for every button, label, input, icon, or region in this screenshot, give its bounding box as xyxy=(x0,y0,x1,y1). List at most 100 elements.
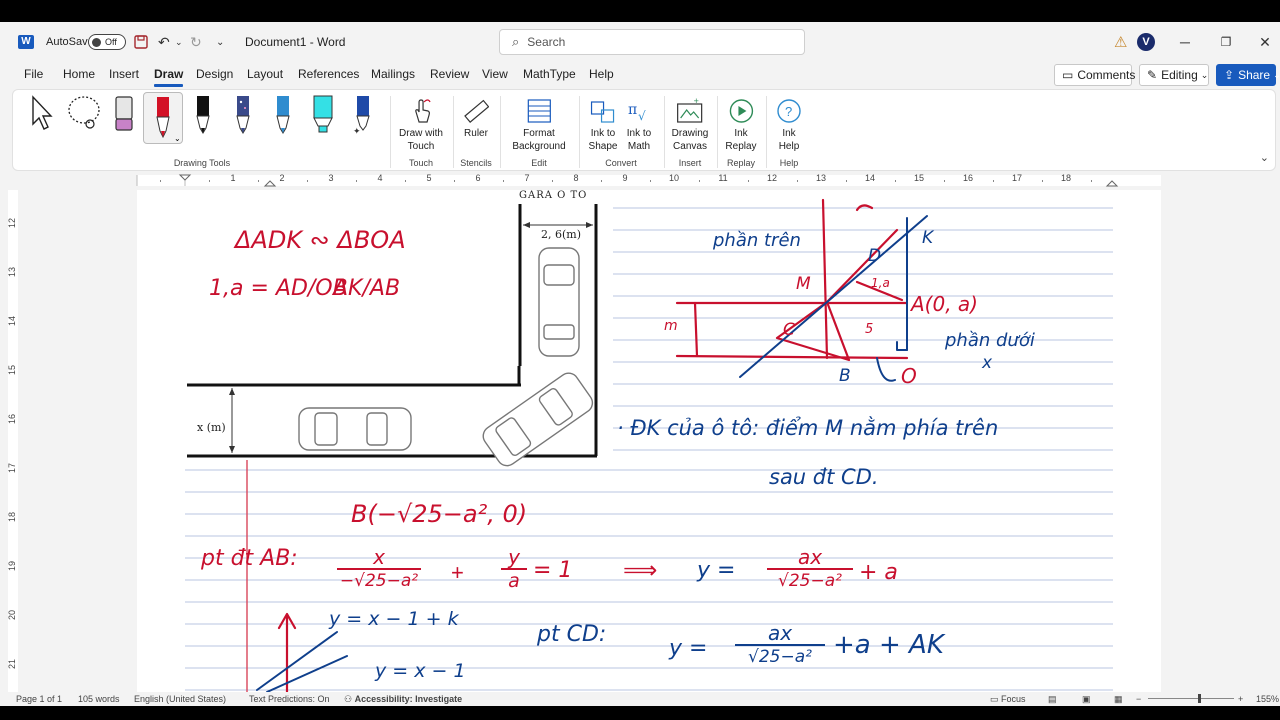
group-help: Help xyxy=(779,158,799,168)
ink-point-k: K xyxy=(922,228,934,248)
format-background-button[interactable]: Format Background xyxy=(512,94,566,153)
ruler-number: 13 xyxy=(815,173,827,183)
svg-text:✦: ✦ xyxy=(353,126,361,134)
tab-review[interactable]: Review xyxy=(430,67,469,81)
ruler-number: 1 xyxy=(230,173,236,183)
ink-point-d: D xyxy=(868,246,882,266)
ruler-number: 18 xyxy=(1060,173,1072,183)
galaxy-pen-tool[interactable] xyxy=(231,94,255,137)
redo-icon[interactable]: ↻ xyxy=(190,22,202,62)
close-icon[interactable]: ✕ xyxy=(1242,22,1280,62)
lasso-select-icon[interactable] xyxy=(67,94,103,137)
comments-button[interactable]: ▭ Comments xyxy=(1054,64,1135,86)
save-icon[interactable] xyxy=(134,22,148,62)
drawing-canvas-button[interactable]: + Drawing Canvas xyxy=(672,94,709,153)
zoom-in-icon[interactable]: + xyxy=(1238,694,1243,704)
search-box[interactable]: ⌕ Search xyxy=(499,29,805,55)
ink-similar-triangles: ΔADK ∾ ΔBOA xyxy=(235,226,406,254)
autosave-toggle[interactable]: Off xyxy=(88,22,126,62)
ink-fraction-ax-den: √25−a² xyxy=(767,568,853,592)
draw-with-touch-button[interactable]: Draw with Touch xyxy=(399,94,443,153)
tab-mailings[interactable]: Mailings xyxy=(371,67,415,81)
tab-view[interactable]: View xyxy=(482,67,508,81)
status-accessibility[interactable]: ⚇ Accessibility: Investigate xyxy=(344,694,462,705)
ink-to-shape-button[interactable]: Ink to Shape xyxy=(589,94,617,153)
tab-file[interactable]: File xyxy=(24,67,43,81)
warning-icon[interactable]: ⚠ xyxy=(1114,22,1127,62)
tab-draw[interactable]: Draw xyxy=(154,67,184,87)
vruler-number: 21 xyxy=(7,658,18,670)
status-page[interactable]: Page 1 of 1 xyxy=(16,694,62,704)
action-pen-tool[interactable]: ✦ xyxy=(351,94,375,137)
ink-cd-y-equals: y = xyxy=(669,636,708,661)
vruler-number: 17 xyxy=(7,462,18,474)
zoom-slider-track[interactable] xyxy=(1148,698,1234,699)
ruler-button[interactable]: Ruler xyxy=(463,94,489,140)
zoom-level[interactable]: 155% xyxy=(1256,694,1279,704)
undo-icon[interactable]: ↶ xyxy=(158,22,170,62)
notebook-lines-right xyxy=(613,207,1113,451)
highlighter-tool[interactable] xyxy=(310,94,336,137)
ink-fraction-x: x −√25−a² xyxy=(337,546,421,592)
status-predictions[interactable]: Text Predictions: On xyxy=(249,694,330,704)
garage-width-label: 2, 6(m) xyxy=(541,228,582,241)
ink-line-ab-label: pt đt AB: xyxy=(201,546,298,571)
black-pen-tool[interactable] xyxy=(191,94,215,137)
garage-label: GARA Ô TÔ xyxy=(519,190,588,201)
svg-text:⌄: ⌄ xyxy=(174,134,181,143)
ink-replay-button[interactable]: Ink Replay xyxy=(725,94,757,153)
tab-mathtype[interactable]: MathType xyxy=(523,67,576,81)
ink-cd-fraction-num: ax xyxy=(767,621,793,645)
format-background-label: Format Background xyxy=(512,128,566,152)
status-language[interactable]: English (United States) xyxy=(134,694,226,704)
print-layout-icon[interactable]: ▣ xyxy=(1082,694,1091,705)
vertical-ruler[interactable]: 12 13 14 15 16 17 18 19 20 21 xyxy=(0,190,24,692)
read-mode-icon[interactable]: ▤ xyxy=(1048,694,1057,705)
ink-y-equals: y = xyxy=(697,558,736,583)
ink-cd-tail: +a + AK xyxy=(833,630,944,660)
ink-to-math-button[interactable]: π √ Ink to Math xyxy=(626,94,652,153)
ruler-number: 11 xyxy=(718,173,728,183)
status-words[interactable]: 105 words xyxy=(78,694,120,704)
undo-dropdown-icon[interactable]: ⌄ xyxy=(175,22,183,62)
zoom-out-icon[interactable]: − xyxy=(1136,694,1141,704)
blue-pen-tool[interactable] xyxy=(271,94,295,137)
ink-cd-fraction-den: √25−a² xyxy=(735,644,825,668)
vruler-number: 15 xyxy=(7,364,18,376)
red-pen-tool[interactable]: ⌄ xyxy=(143,92,183,144)
status-focus[interactable]: ▭ Focus xyxy=(990,694,1026,705)
web-layout-icon[interactable]: ▦ xyxy=(1114,694,1123,705)
tab-references[interactable]: References xyxy=(298,67,359,81)
customize-qat-icon[interactable]: ⌄ xyxy=(216,22,224,62)
ink-axis-x: x xyxy=(982,353,993,373)
zoom-slider-thumb[interactable] xyxy=(1198,694,1201,703)
eraser-icon[interactable] xyxy=(113,94,135,137)
select-tool-icon[interactable] xyxy=(29,94,55,135)
ruler-number: 3 xyxy=(328,173,334,183)
editing-button[interactable]: ✎ Editing ⌄ xyxy=(1139,64,1209,86)
minimize-icon[interactable]: ─ xyxy=(1162,22,1208,62)
svg-text:π: π xyxy=(628,102,637,118)
ink-fraction-ax: ax √25−a² xyxy=(767,546,853,592)
ink-to-math-icon: π √ xyxy=(626,94,652,124)
tab-home[interactable]: Home xyxy=(63,67,95,81)
ruler-number: 15 xyxy=(913,173,925,183)
tab-help[interactable]: Help xyxy=(589,67,614,81)
tab-layout[interactable]: Layout xyxy=(247,67,283,81)
document-page[interactable]: GARA Ô TÔ 2, 6(m) x (m) ΔADK ∾ ΔBOA 1,a … xyxy=(137,190,1161,692)
vruler-number: 20 xyxy=(7,609,18,621)
tab-design[interactable]: Design xyxy=(196,67,233,81)
separator xyxy=(766,96,767,168)
account-avatar[interactable]: V xyxy=(1137,22,1155,62)
ribbon-expand-icon[interactable]: ⌄ xyxy=(1260,151,1269,164)
share-button[interactable]: ⇪ Share ⌄ xyxy=(1216,64,1280,86)
ink-point-m: M xyxy=(796,274,811,294)
ink-fraction-x-num: x xyxy=(373,545,385,569)
ink-label-5: 5 xyxy=(865,322,874,337)
ruler-number: 7 xyxy=(524,173,530,183)
ink-help-button[interactable]: ? Ink Help xyxy=(776,94,802,153)
tab-insert[interactable]: Insert xyxy=(109,67,139,81)
ink-plus-a: + a xyxy=(859,560,898,585)
horizontal-ruler[interactable]: 1 2 3 4 5 6 7 8 9 10 11 12 13 14 15 16 1… xyxy=(0,172,1280,190)
svg-text:?: ? xyxy=(785,104,792,119)
